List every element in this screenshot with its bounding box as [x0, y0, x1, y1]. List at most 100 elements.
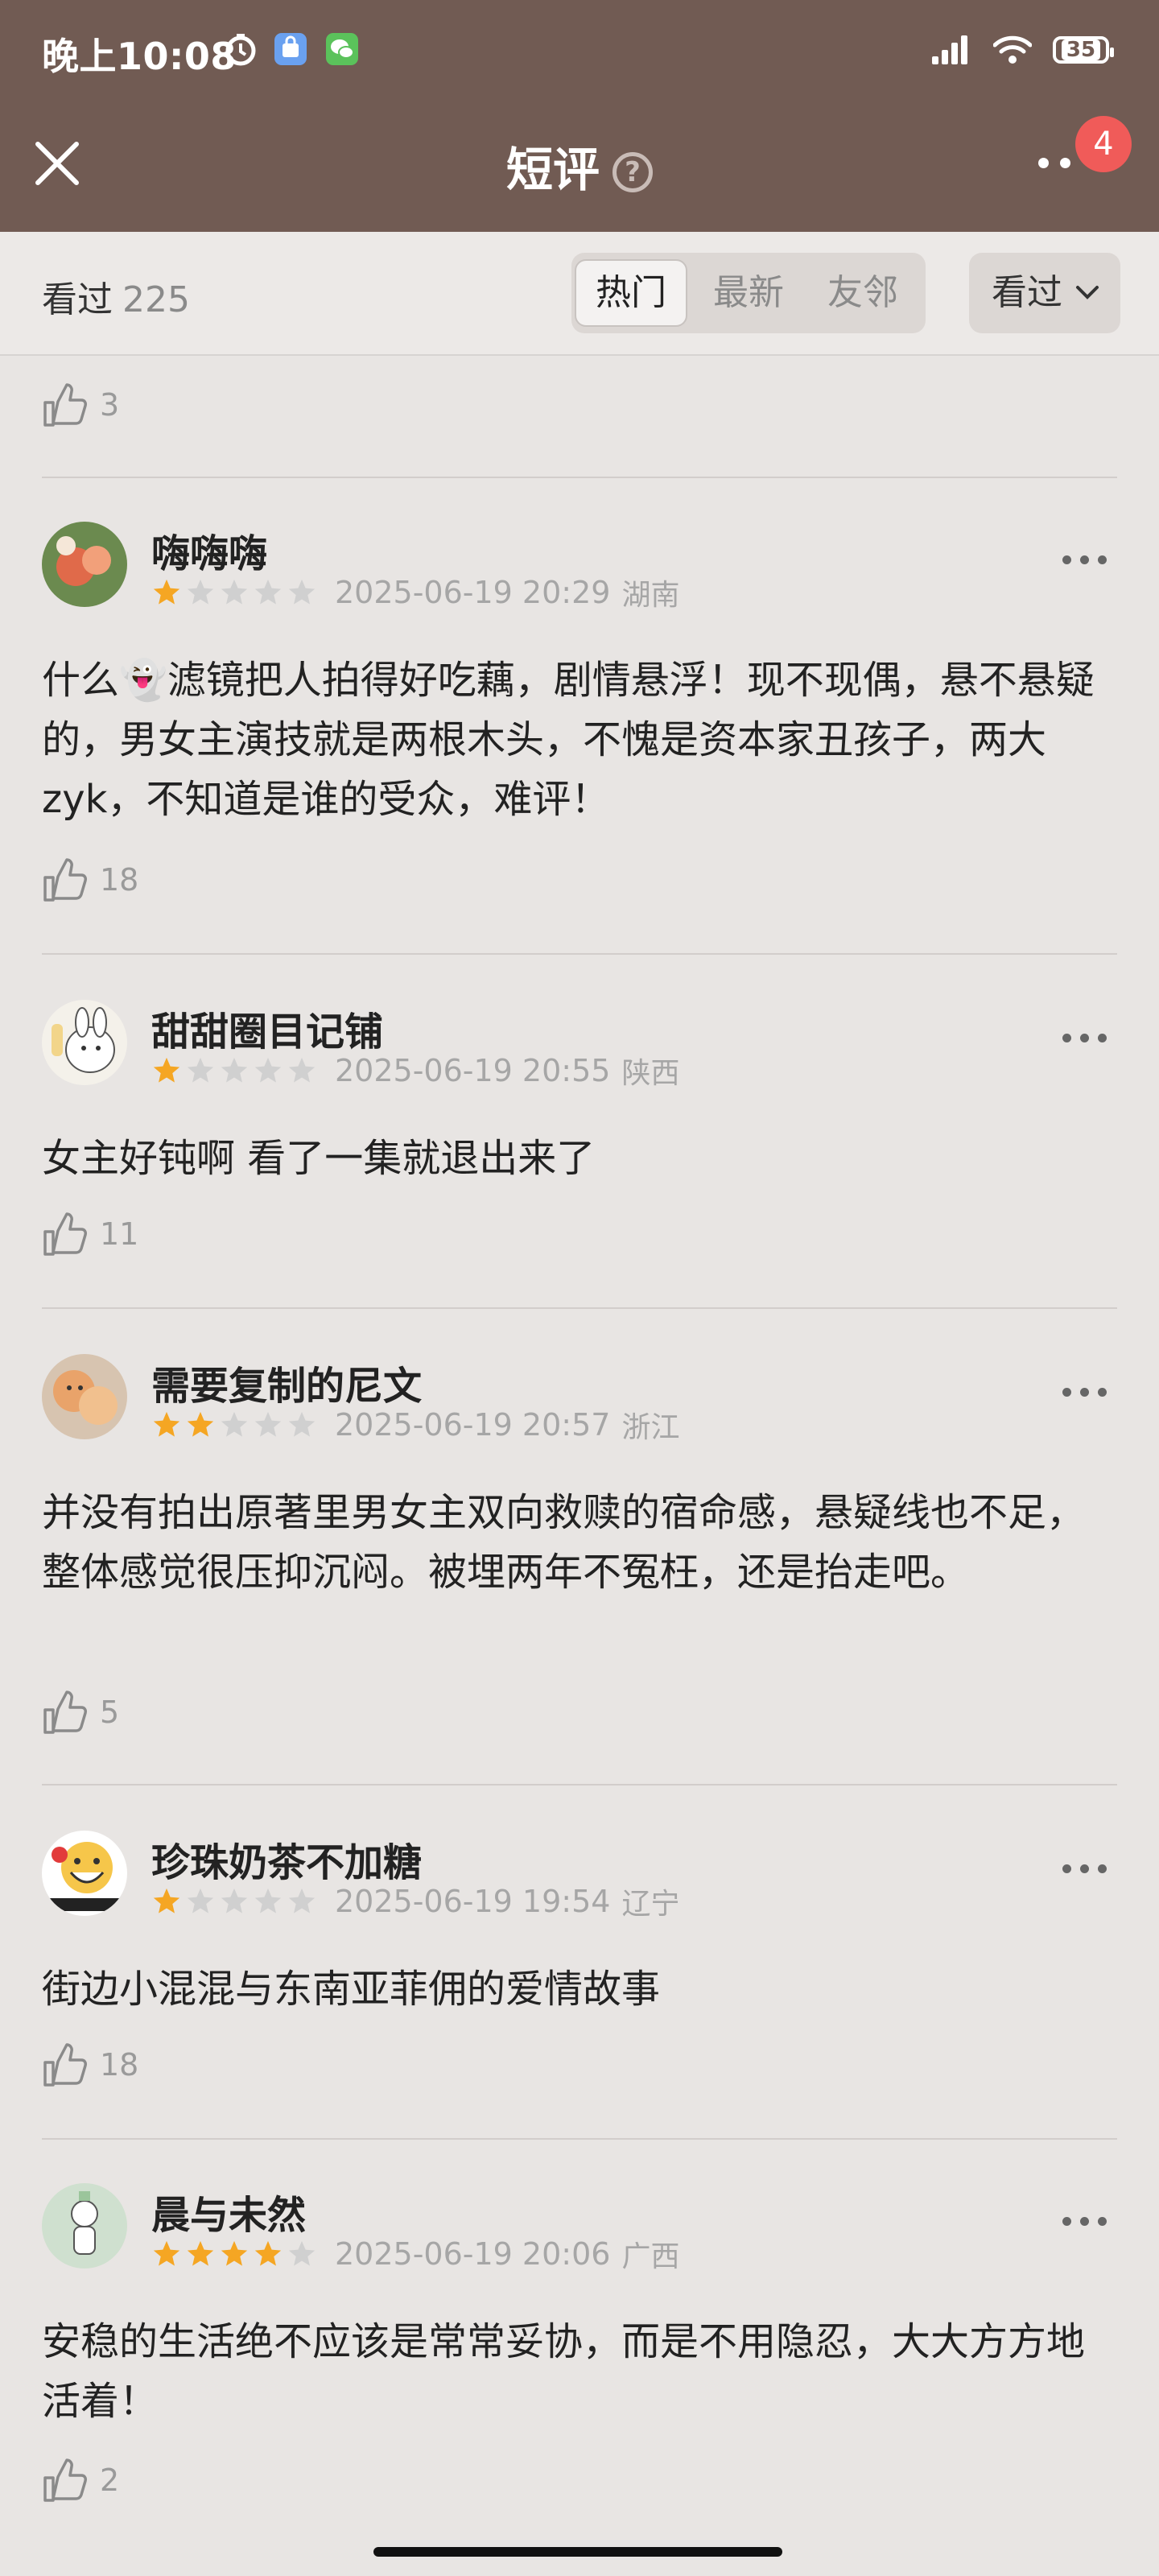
star-filled-icon	[153, 579, 180, 605]
review-region: 辽宁	[621, 1888, 680, 1921]
avatar-image	[42, 1354, 127, 1439]
thumbs-up-icon	[43, 858, 87, 902]
status-indicators: 35	[930, 31, 1114, 69]
avatar[interactable]	[42, 1831, 127, 1916]
review-date: 2025-06-19 20:55	[335, 1053, 611, 1088]
status-bar: 晚上10:08 35	[0, 0, 1159, 97]
like-button[interactable]: 3	[42, 382, 119, 428]
star-rating	[151, 2239, 317, 2269]
like-button[interactable]: 18	[42, 857, 138, 903]
review-more-button[interactable]	[1062, 1864, 1107, 1873]
dot-icon	[1062, 1864, 1071, 1873]
dot-icon	[1080, 1388, 1089, 1397]
divider	[42, 477, 1117, 478]
tab-friends[interactable]: 友邻	[806, 259, 919, 327]
dot-icon	[1098, 1864, 1107, 1873]
avatar[interactable]	[42, 1000, 127, 1085]
divider	[42, 1784, 1117, 1785]
seen-count: 看过 225	[42, 270, 190, 322]
divider	[42, 2138, 1117, 2140]
review-more-button[interactable]	[1062, 1388, 1107, 1397]
star-empty-icon	[254, 1888, 282, 1913]
status-dropdown[interactable]: 看过	[969, 253, 1120, 333]
page-title: 短评	[505, 142, 600, 197]
review-text: 什么👻滤镜把人拍得好吃藕，剧情悬浮！现不现偶，悬不悬疑的，男女主演技就是两根木头…	[42, 658, 1095, 822]
help-icon[interactable]: ?	[612, 152, 653, 192]
avatar-image	[42, 2183, 127, 2268]
review-date: 2025-06-19 20:06	[335, 2236, 611, 2272]
dot-icon	[1062, 2217, 1071, 2226]
dot-icon	[1062, 1388, 1071, 1397]
review-date: 2025-06-19 19:54	[335, 1884, 611, 1919]
review-region: 广西	[621, 2240, 680, 2273]
like-button[interactable]: 5	[42, 1689, 119, 1736]
more-menu-button[interactable]	[1038, 158, 1070, 168]
home-indicator[interactable]	[373, 2547, 782, 2557]
review-region: 湖南	[621, 579, 680, 612]
thumbs-up-icon	[43, 2458, 87, 2502]
username[interactable]: 嗨嗨嗨	[151, 522, 267, 578]
dot-icon	[1098, 2217, 1107, 2226]
star-filled-icon	[221, 2240, 248, 2266]
tab-hot[interactable]: 热门	[575, 259, 687, 327]
star-empty-icon	[254, 1057, 282, 1083]
like-count: 2	[100, 2462, 120, 2498]
review-more-button[interactable]	[1062, 2217, 1107, 2226]
review-more-button[interactable]	[1062, 555, 1107, 564]
avatar[interactable]	[42, 2183, 127, 2268]
username[interactable]: 甜甜圈目记铺	[151, 1000, 383, 1056]
battery-level: 35	[1061, 39, 1101, 60]
filter-bar: 看过 225 热门 最新 友邻 看过	[0, 232, 1159, 356]
like-button[interactable]: 11	[42, 1211, 138, 1257]
review-date: 2025-06-19 20:29	[335, 575, 611, 610]
avatar[interactable]	[42, 1354, 127, 1439]
bag-app-icon	[274, 33, 307, 65]
dot-icon	[1098, 555, 1107, 564]
star-empty-icon	[221, 1057, 248, 1083]
thumbs-up-icon	[43, 1212, 87, 1256]
review-region: 陕西	[621, 1057, 680, 1090]
star-rating	[151, 1410, 317, 1440]
star-empty-icon	[221, 1888, 248, 1913]
star-empty-icon	[221, 1411, 248, 1437]
like-button[interactable]: 2	[42, 2457, 119, 2504]
username[interactable]: 需要复制的尼文	[151, 1354, 422, 1410]
like-count: 5	[100, 1695, 120, 1730]
star-empty-icon	[254, 579, 282, 605]
star-empty-icon	[187, 579, 214, 605]
review-meta: 2025-06-19 20:06 广西	[151, 2233, 679, 2275]
like-count: 3	[100, 387, 120, 423]
avatar[interactable]	[42, 522, 127, 607]
username[interactable]: 晨与未然	[151, 2183, 306, 2240]
star-empty-icon	[288, 2240, 316, 2266]
dot-icon	[1080, 1034, 1089, 1042]
dot-icon	[1060, 158, 1070, 168]
star-filled-icon	[254, 2240, 282, 2266]
review-text: 街边小混混与东南亚菲佣的爱情故事	[42, 1967, 661, 2012]
dot-icon	[1038, 158, 1049, 168]
review-meta: 2025-06-19 20:57 浙江	[151, 1404, 679, 1446]
battery-icon: 35	[1053, 36, 1114, 64]
seen-number: 225	[122, 279, 190, 320]
thumbs-up-icon	[43, 383, 87, 427]
star-empty-icon	[254, 1411, 282, 1437]
star-empty-icon	[288, 1888, 316, 1913]
star-empty-icon	[288, 1057, 316, 1083]
signal-icon	[932, 35, 967, 64]
star-rating	[151, 1886, 317, 1917]
username[interactable]: 珍珠奶茶不加糖	[151, 1831, 422, 1887]
dot-icon	[1080, 1864, 1089, 1873]
wechat-icon	[326, 33, 358, 65]
review-meta: 2025-06-19 19:54 辽宁	[151, 1880, 679, 1922]
review-text: 女主好钝啊 看了一集就退出来了	[42, 1136, 596, 1181]
star-filled-icon	[153, 1057, 180, 1083]
dot-icon	[1098, 1388, 1107, 1397]
divider	[42, 953, 1117, 955]
chevron-down-icon	[1076, 286, 1099, 299]
tab-latest[interactable]: 最新	[692, 259, 805, 327]
review-region: 浙江	[621, 1411, 680, 1444]
review-more-button[interactable]	[1062, 1034, 1107, 1042]
review-meta: 2025-06-19 20:29 湖南	[151, 572, 679, 613]
like-count: 18	[100, 2047, 139, 2083]
like-button[interactable]: 18	[42, 2041, 138, 2088]
